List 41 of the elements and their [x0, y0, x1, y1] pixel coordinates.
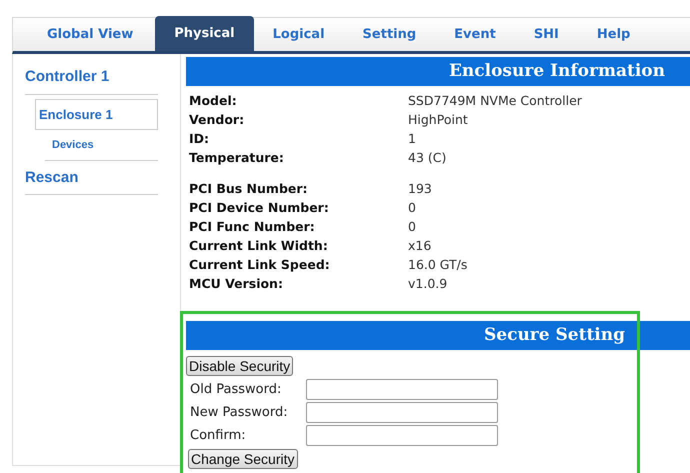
field-label: ID:: [189, 130, 210, 148]
field-label: New Password:: [190, 404, 289, 422]
password-field[interactable]: [306, 402, 498, 423]
password-field[interactable]: [306, 379, 498, 400]
field-value: SSD7749M NVMe Controller: [408, 92, 582, 110]
field-value: 1: [408, 130, 416, 148]
disable-security-button[interactable]: Disable Security: [186, 356, 294, 376]
field-label: Vendor:: [189, 111, 246, 129]
password-field[interactable]: [306, 425, 498, 446]
tab[interactable]: Logical: [254, 19, 344, 51]
field-value: 16.0 GT/s: [408, 256, 468, 274]
field-label: PCI Device Number:: [189, 199, 330, 217]
tab[interactable]: Setting: [344, 19, 436, 51]
field-value: v1.0.9: [408, 275, 448, 293]
tab[interactable]: Event: [435, 19, 515, 51]
field-label: Model:: [189, 92, 238, 110]
field-label: Current Link Width:: [189, 237, 329, 255]
field-value: 0: [408, 218, 416, 236]
tab[interactable]: Help: [578, 19, 650, 51]
field-label: MCU Version:: [189, 275, 284, 293]
change-security-button[interactable]: Change Security: [188, 449, 298, 469]
tab[interactable]: Physical: [155, 16, 254, 51]
field-label: Temperature:: [189, 149, 285, 167]
tree-item[interactable]: Rescan: [25, 166, 158, 195]
field-label: Confirm:: [190, 426, 247, 445]
field-label: PCI Func Number:: [189, 218, 316, 236]
tab[interactable]: SHI: [514, 19, 578, 51]
field-value: x16: [408, 237, 432, 255]
field-value: 43 (C): [408, 149, 446, 167]
field-label: Current Link Speed:: [189, 256, 331, 274]
section-header: Secure Setting: [186, 321, 690, 350]
field-value: 193: [408, 180, 432, 198]
field-label: PCI Bus Number:: [189, 180, 309, 198]
tree-item[interactable]: Devices: [45, 134, 158, 160]
tree-item[interactable]: Enclosure 1: [35, 98, 158, 130]
tree-item[interactable]: Controller 1: [25, 66, 158, 94]
tab[interactable]: Global View: [25, 19, 156, 51]
field-value: 0: [408, 199, 416, 217]
field-label: Old Password:: [190, 380, 282, 399]
field-value: HighPoint: [408, 111, 468, 129]
section-header: Enclosure Information: [186, 57, 690, 86]
